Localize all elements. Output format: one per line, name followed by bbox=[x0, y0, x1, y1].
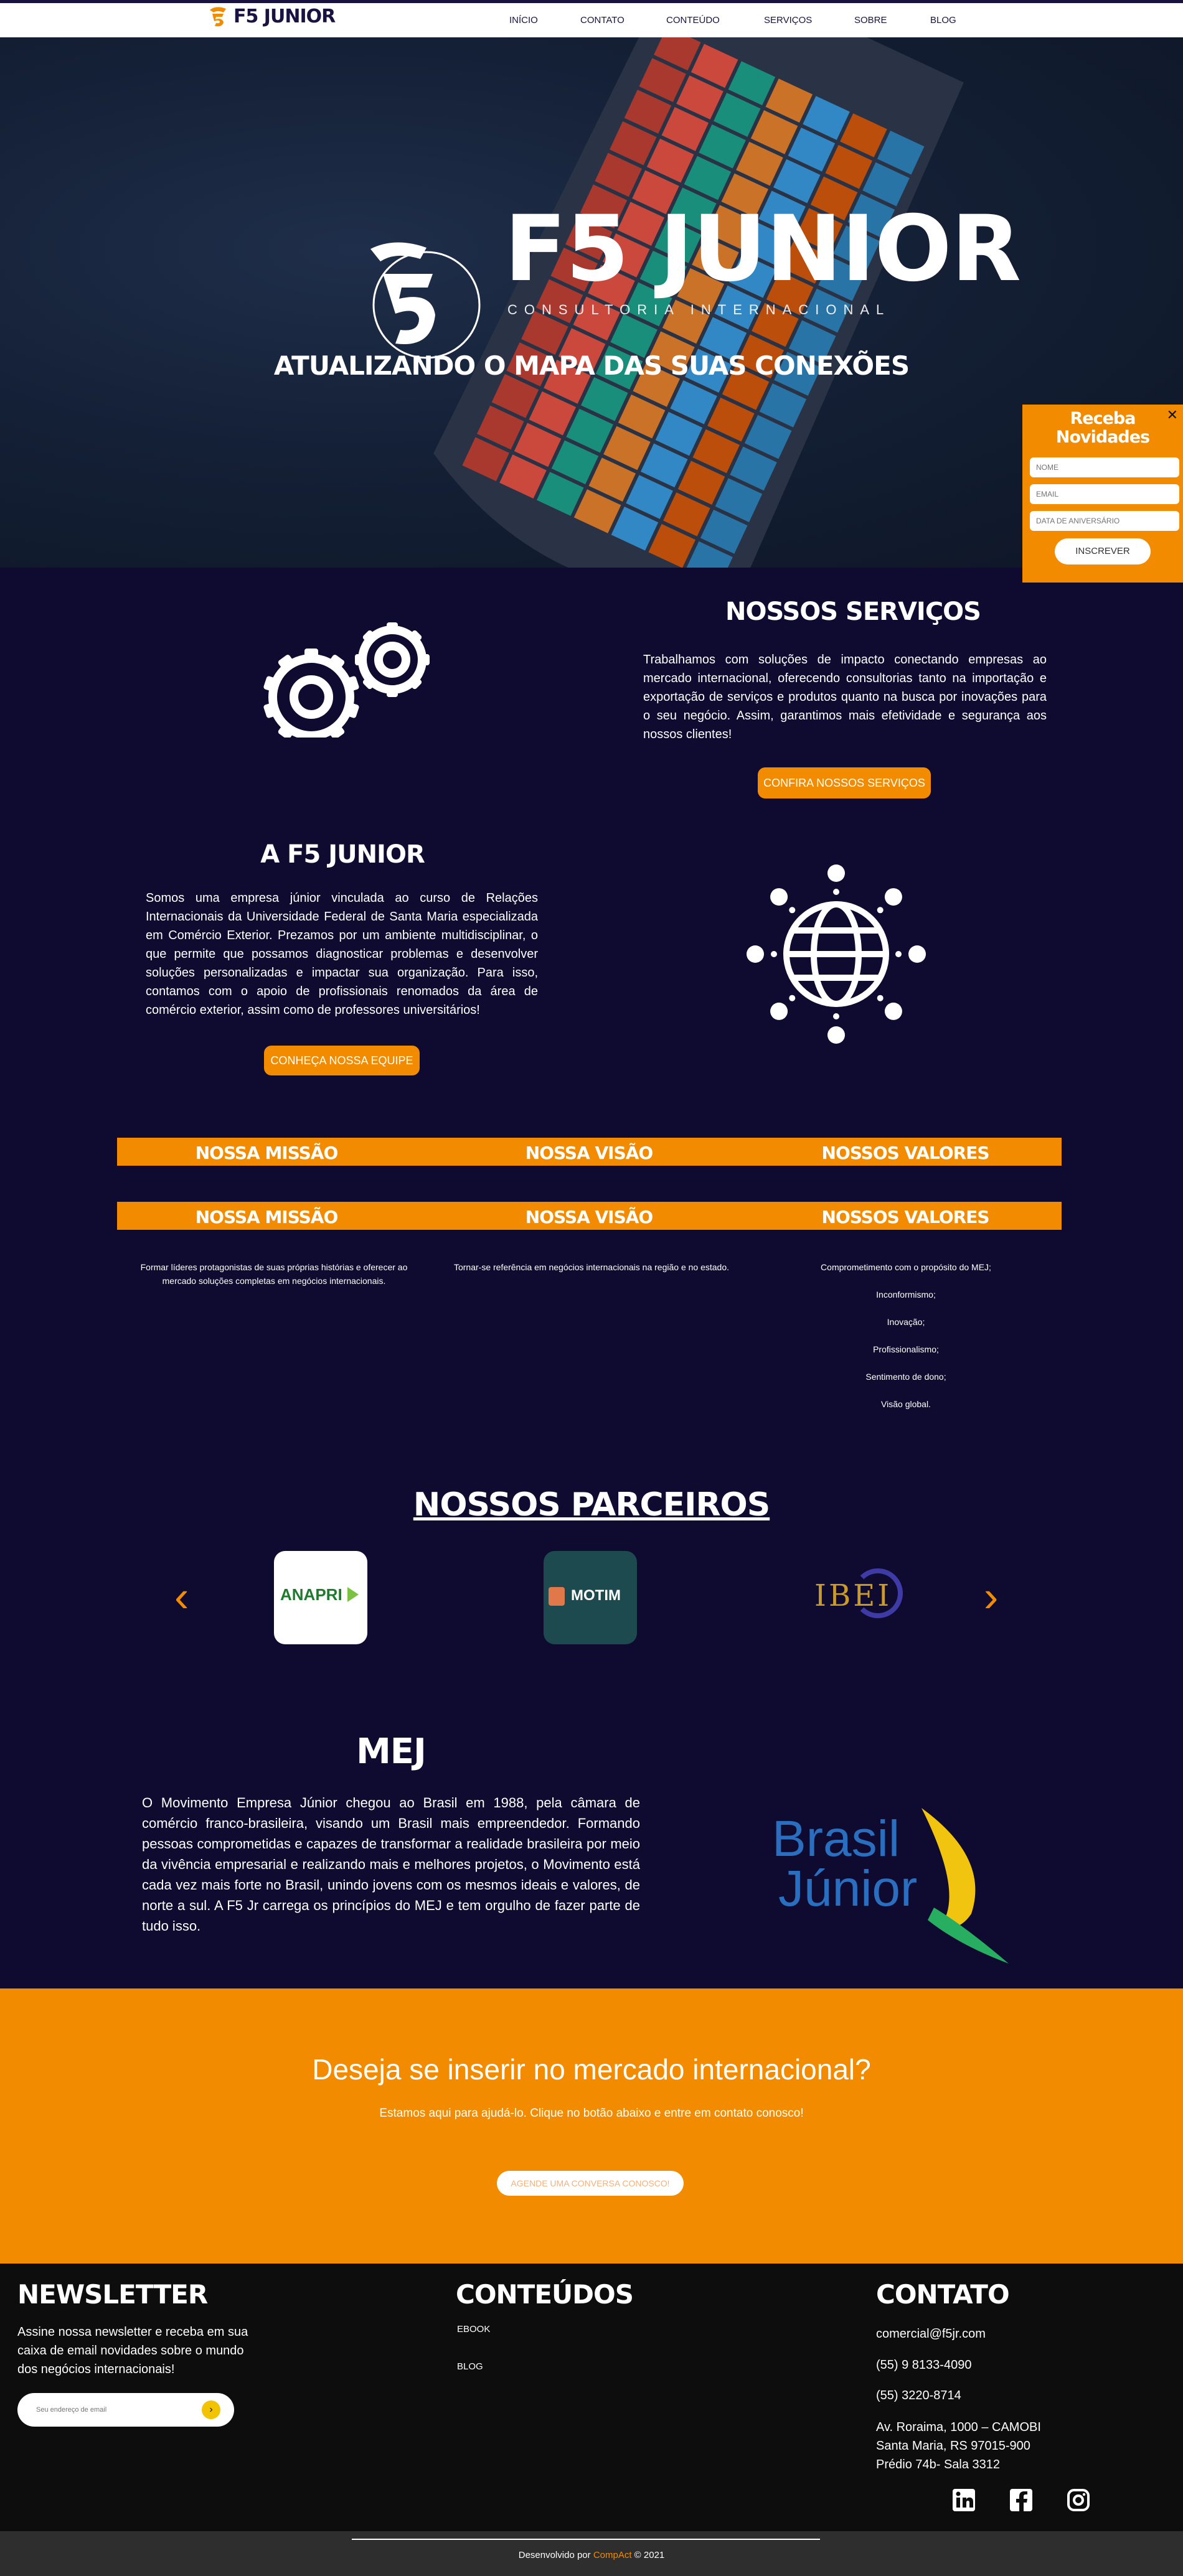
brand-name: F5 JUNIOR bbox=[233, 6, 336, 27]
partner-ibei-card[interactable]: IBEI bbox=[809, 1568, 909, 1624]
popup-name-input[interactable] bbox=[1030, 457, 1179, 477]
value-item: Profissionalismo; bbox=[873, 1344, 939, 1354]
newsletter-popup: ✕ Receba Novidades INSCREVER bbox=[1022, 405, 1183, 583]
top-navigation-bar: F5 JUNIOR INÍCIO CONTATO CONTEÚDO SERVIÇ… bbox=[0, 0, 1183, 37]
credits-prefix: Desenvolvido por bbox=[518, 2550, 593, 2560]
footer-link-ebook[interactable]: EBOOK bbox=[457, 2324, 490, 2335]
facebook-icon[interactable] bbox=[1009, 2488, 1034, 2513]
partners-title: NOSSOS PARCEIROS bbox=[413, 1486, 770, 1524]
services-title: NOSSOS SERVIÇOS bbox=[725, 597, 981, 626]
gears-icon bbox=[263, 622, 430, 738]
mvv-bar: NOSSA MISSÃO NOSSA VISÃO NOSSOS VALORES bbox=[117, 1202, 1062, 1230]
mission-label: NOSSA MISSÃO bbox=[195, 1143, 339, 1163]
credits-divider bbox=[352, 2539, 820, 2540]
value-item: Sentimento de dono; bbox=[865, 1372, 946, 1382]
nav-item-blog[interactable]: BLOG bbox=[930, 15, 956, 26]
instagram-icon[interactable] bbox=[1066, 2488, 1091, 2513]
contact-email[interactable]: comercial@f5jr.com bbox=[876, 2325, 986, 2343]
hero-title: F5 JUNIOR bbox=[504, 196, 1021, 302]
about-text: Somos uma empresa júnior vinculada ao cu… bbox=[146, 891, 538, 1017]
cta-title: Deseja se inserir no mercado internacion… bbox=[312, 2053, 871, 2086]
vision-label: NOSSA VISÃO bbox=[525, 1143, 653, 1163]
linkedin-icon[interactable] bbox=[951, 2488, 976, 2513]
about-button[interactable]: CONHEÇA NOSSA EQUIPE bbox=[264, 1046, 420, 1075]
brasil-junior-line2: Júnior bbox=[778, 1860, 918, 1917]
credits-suffix: © 2021 bbox=[631, 2550, 665, 2560]
popup-birthday-input[interactable] bbox=[1030, 511, 1179, 531]
nav-item-servicos[interactable]: SERVIÇOS bbox=[764, 15, 812, 26]
hero-tagline: ATUALIZANDO O MAPA DAS SUAS CONEXÕES bbox=[273, 350, 910, 381]
newsletter-submit-button[interactable]: › bbox=[202, 2400, 220, 2419]
value-item: Inovação; bbox=[887, 1317, 925, 1327]
partner-anapri-logo: ANAPRI bbox=[280, 1585, 342, 1604]
value-item: Comprometimento com o propósito do MEJ; bbox=[821, 1262, 991, 1272]
about-title: A F5 JUNIOR bbox=[260, 840, 425, 869]
values-list: Comprometimento com o propósito do MEJ; … bbox=[781, 1260, 1030, 1411]
brand-logo[interactable]: F5 JUNIOR bbox=[207, 6, 336, 27]
vision-tab[interactable]: NOSSA VISÃO bbox=[464, 1207, 714, 1227]
vision-text: Tornar-se referência em negócios interna… bbox=[453, 1262, 730, 1272]
services-text: Trabalhamos com soluções de impacto cone… bbox=[643, 653, 1047, 741]
contact-address-2: Santa Maria, RS 97015-900 bbox=[876, 2439, 1030, 2453]
hero-banner: F5 JUNIOR CONSULTORIA INTERNACIONAL ATUA… bbox=[0, 37, 1183, 568]
contact-phone-1[interactable]: (55) 9 8133-4090 bbox=[876, 2356, 971, 2374]
popup-email-input[interactable] bbox=[1030, 484, 1179, 504]
hero-logo-icon bbox=[370, 242, 481, 359]
hero-subtitle: CONSULTORIA INTERNACIONAL bbox=[507, 302, 891, 317]
nav-item-inicio[interactable]: INÍCIO bbox=[509, 15, 538, 26]
newsletter-text: Assine nossa newsletter e receba em sua … bbox=[17, 2325, 248, 2376]
mej-text: O Movimento Empresa Júnior chegou ao Bra… bbox=[142, 1795, 640, 1934]
brasil-junior-line1: Brasil bbox=[772, 1810, 900, 1867]
services-button[interactable]: CONFIRA NOSSOS SERVIÇOS bbox=[758, 767, 931, 799]
value-item: Visão global. bbox=[881, 1399, 931, 1409]
partner-motim-logo: MOTIM bbox=[571, 1587, 621, 1604]
partner-motim-card[interactable]: MOTIM bbox=[544, 1551, 637, 1644]
brasil-junior-swoosh-icon bbox=[921, 1808, 1009, 1964]
footer: NEWSLETTER Assine nossa newsletter e rec… bbox=[0, 2264, 1183, 2531]
popup-submit-button[interactable]: INSCREVER bbox=[1055, 538, 1151, 564]
nav-item-conteudo[interactable]: CONTEÚDO bbox=[666, 15, 720, 26]
motim-icon bbox=[549, 1587, 565, 1606]
credits-bar: Desenvolvido por CompAct © 2021 bbox=[0, 2531, 1183, 2576]
brasil-junior-logo: Brasil Júnior bbox=[772, 1802, 1009, 1964]
footer-link-blog[interactable]: BLOG bbox=[457, 2361, 483, 2372]
content-title: CONTEÚDOS bbox=[456, 2279, 634, 2310]
contact-address-1: Av. Roraima, 1000 – CAMOBI bbox=[876, 2420, 1041, 2434]
mej-title: MEJ bbox=[356, 1731, 427, 1772]
values-label: NOSSOS VALORES bbox=[821, 1143, 990, 1163]
values-tab[interactable]: NOSSOS VALORES bbox=[781, 1207, 1030, 1227]
newsletter-form: › bbox=[17, 2393, 234, 2427]
anapri-arrow-icon bbox=[347, 1587, 359, 1602]
contact-phone-2[interactable]: (55) 3220-8714 bbox=[876, 2386, 961, 2405]
cta-button[interactable]: AGENDE UMA CONVERSA CONOSCO! bbox=[497, 2171, 684, 2196]
mission-text: Formar líderes protagonistas de suas pró… bbox=[140, 1262, 408, 1286]
contact-address-3: Prédio 74b- Sala 3312 bbox=[876, 2458, 1001, 2471]
cta-text: Estamos aqui para ajudá-lo. Clique no bo… bbox=[379, 2107, 804, 2120]
credits-text: Desenvolvido por CompAct © 2021 bbox=[0, 2550, 1183, 2560]
value-item: Inconformismo; bbox=[876, 1290, 936, 1300]
carousel-next-icon[interactable]: › bbox=[984, 1575, 998, 1618]
nav-item-contato[interactable]: CONTATO bbox=[580, 15, 624, 26]
mvv-bar-top: NOSSA MISSÃO NOSSA VISÃO NOSSOS VALORES bbox=[117, 1138, 1062, 1166]
nav-item-sobre[interactable]: SOBRE bbox=[854, 15, 887, 26]
partner-anapri-card[interactable]: ANAPRI bbox=[274, 1551, 367, 1644]
popup-title: Receba Novidades bbox=[1055, 409, 1150, 447]
f5-logo-icon bbox=[210, 6, 226, 26]
newsletter-title: NEWSLETTER bbox=[17, 2279, 208, 2310]
mission-tab[interactable]: NOSSA MISSÃO bbox=[142, 1207, 391, 1227]
ibei-ring-icon bbox=[853, 1568, 903, 1618]
carousel-prev-icon[interactable]: ‹ bbox=[174, 1575, 189, 1618]
credits-brand-link[interactable]: CompAct bbox=[593, 2550, 632, 2560]
contact-title: CONTATO bbox=[876, 2279, 1010, 2310]
cta-section: Deseja se inserir no mercado internacion… bbox=[0, 1988, 1183, 2264]
newsletter-email-input[interactable] bbox=[36, 2402, 186, 2418]
globe-network-icon bbox=[747, 864, 926, 1044]
